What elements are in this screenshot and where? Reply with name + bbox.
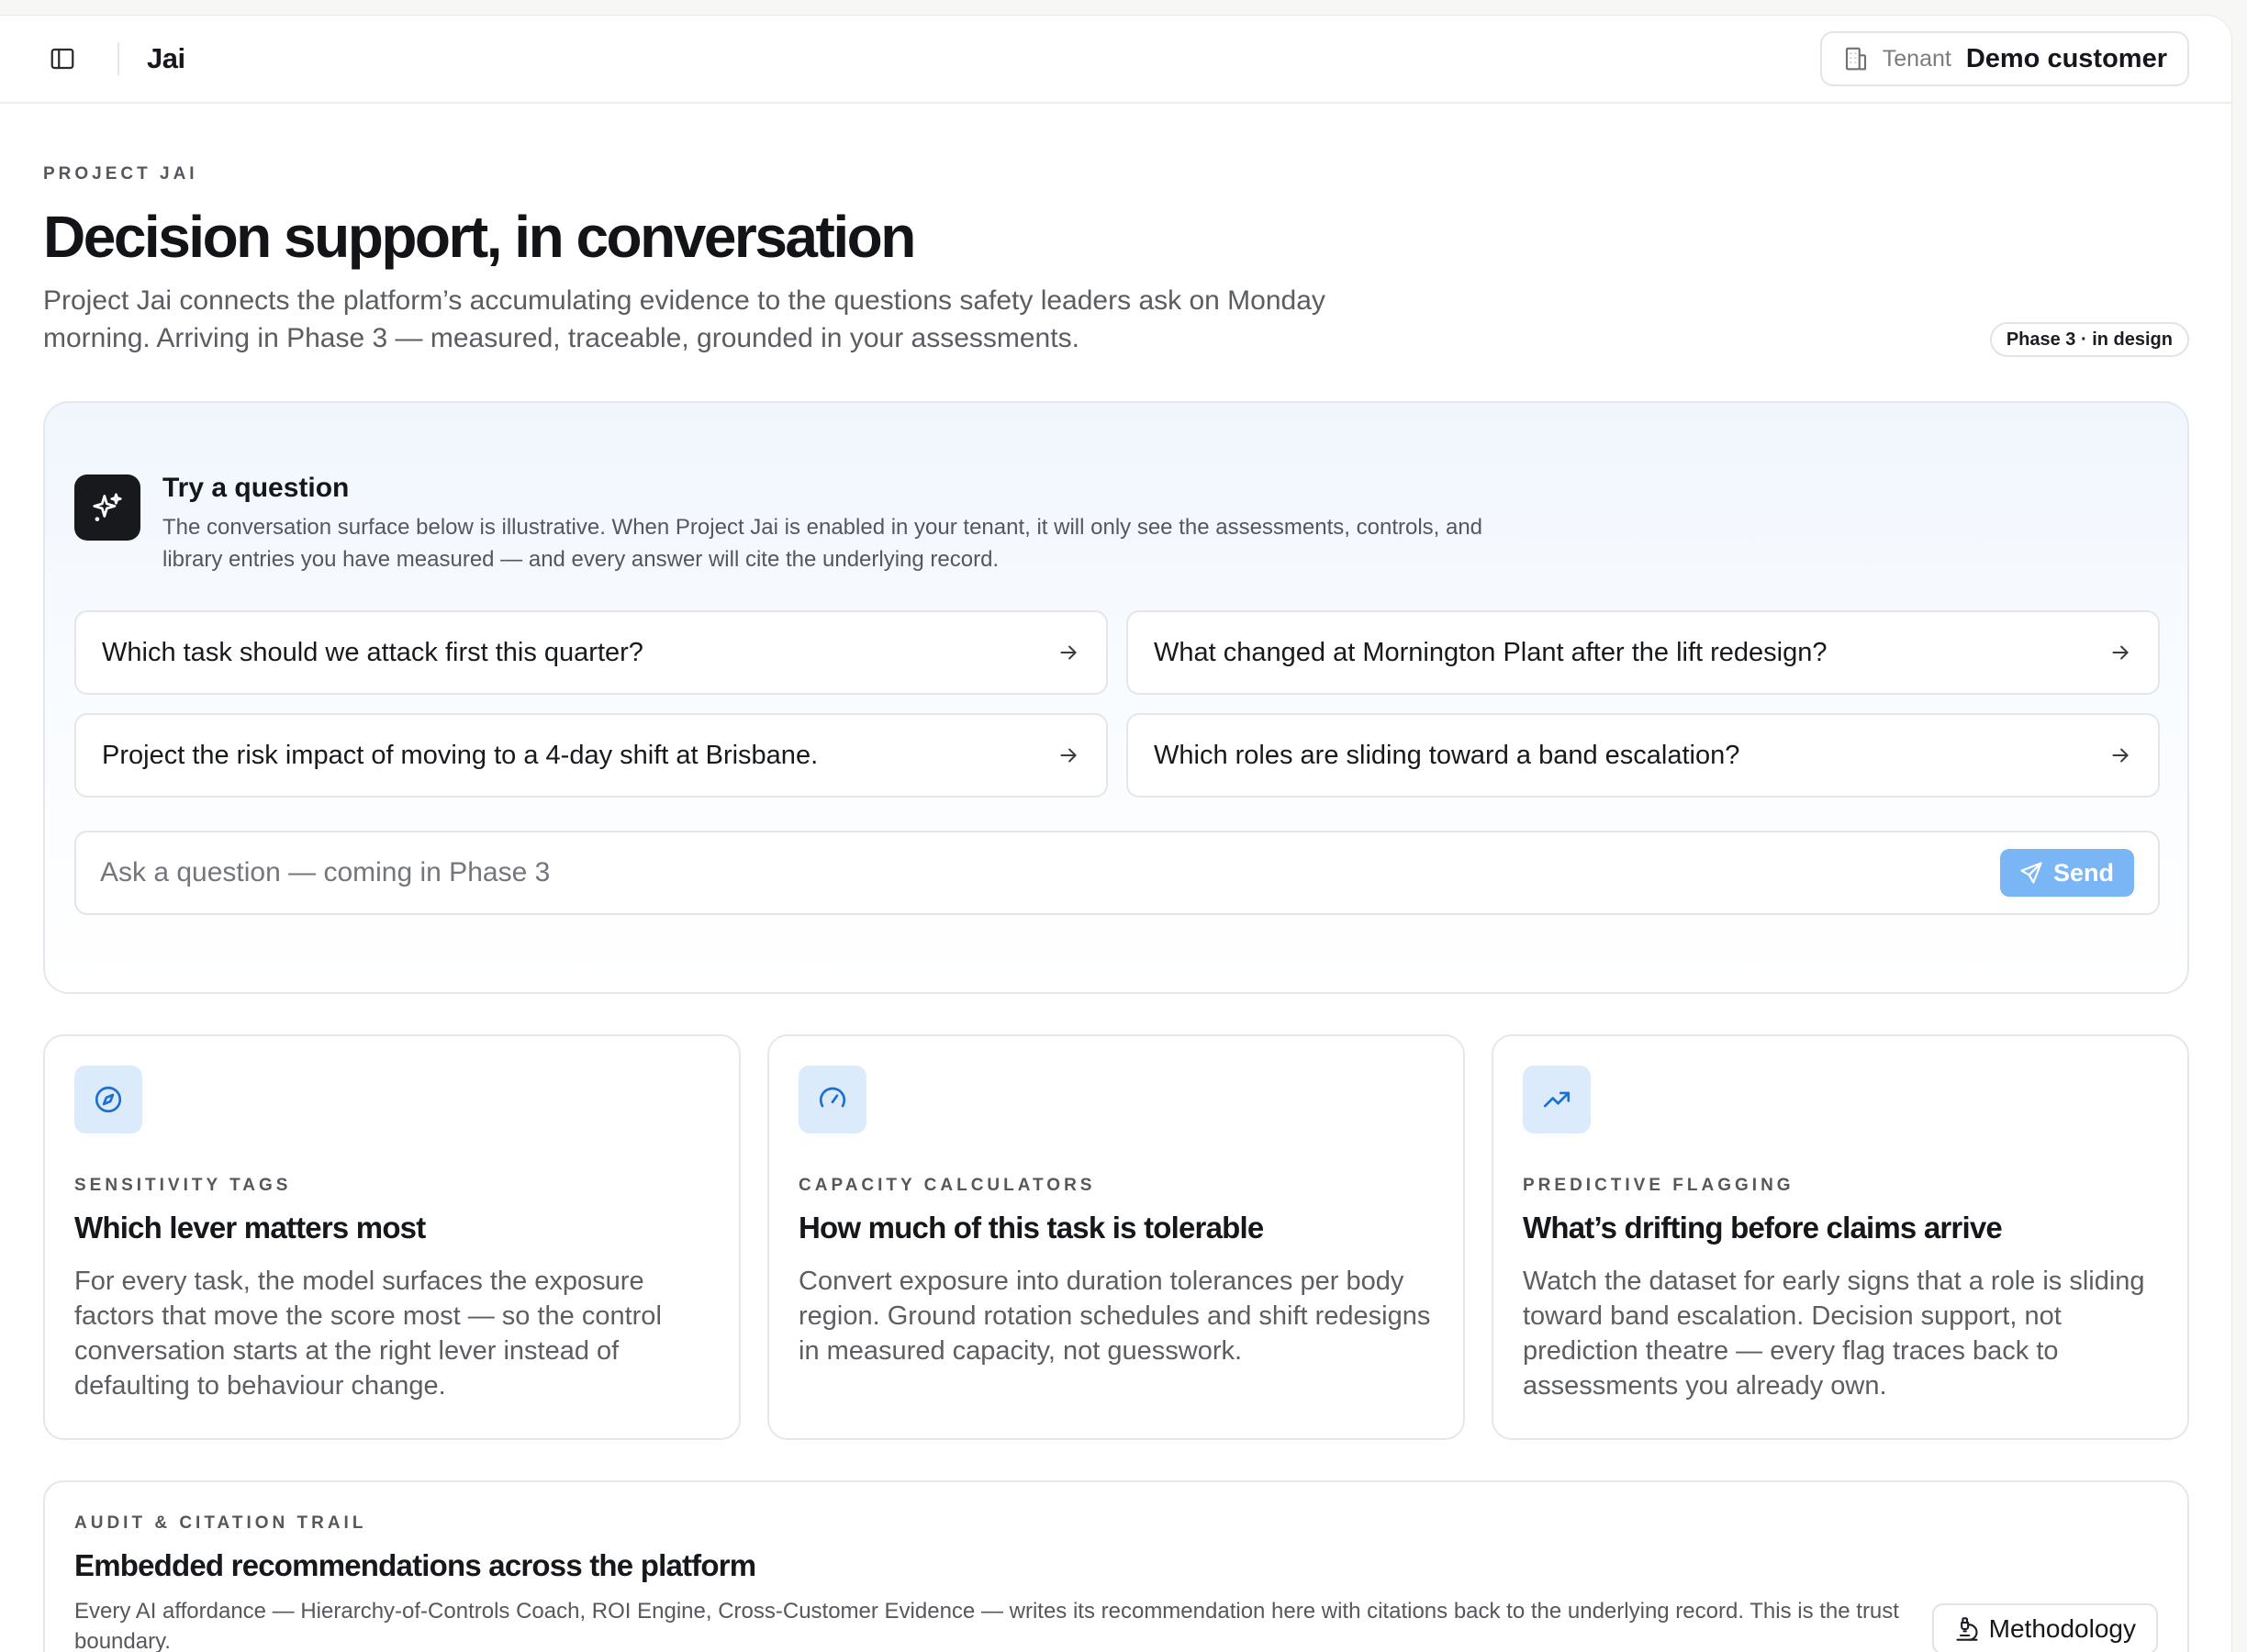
feature-icon-box (74, 1066, 142, 1133)
send-button[interactable]: Send (1999, 849, 2134, 897)
feature-icon-box (1523, 1066, 1591, 1133)
send-icon (2020, 862, 2042, 884)
audit-citation-trail-card: AUDIT & CITATION TRAIL Embedded recommen… (43, 1480, 2189, 1652)
feature-eyebrow: CAPACITY CALCULATORS (799, 1176, 1096, 1195)
feature-eyebrow: PREDICTIVE FLAGGING (1523, 1176, 1794, 1195)
top-bar: Jai Tenant Demo customer (0, 16, 2231, 104)
app-title: Jai (147, 42, 185, 74)
suggested-question-text: Which task should we attack first this q… (102, 637, 643, 667)
feature-description: Watch the dataset for early signs that a… (1523, 1267, 2145, 1401)
feature-title: Which lever matters most (74, 1211, 426, 1245)
app-window: Jai Tenant Demo customer PROJECT JAI Dec… (0, 15, 2232, 1652)
gauge-icon (819, 1087, 846, 1108)
header-divider (117, 42, 119, 75)
tenant-selector[interactable]: Tenant Demo customer (1819, 31, 2189, 86)
audit-description: Every AI affordance — Hierarchy-of-Contr… (74, 1599, 1899, 1652)
sparkles-badge (74, 474, 140, 541)
arrow-right-icon (2112, 645, 2129, 660)
methodology-label: Methodology (1988, 1614, 2136, 1643)
feature-icon-box (799, 1066, 866, 1133)
tenant-label: Tenant (1882, 45, 1951, 72)
suggested-question-text: Project the risk impact of moving to a 4… (102, 740, 819, 770)
building-icon (1845, 47, 1866, 71)
audit-title: Embedded recommendations across the plat… (74, 1548, 756, 1582)
compass-icon (95, 1086, 122, 1113)
feature-card-sensitivity-tags: SENSITIVITY TAGS Which lever matters mos… (43, 1034, 741, 1440)
page-title: Decision support, in conversation (43, 204, 916, 270)
ask-question-bar: Send (74, 831, 2160, 915)
feature-title: What’s drifting before claims arrive (1523, 1211, 2003, 1245)
suggested-question-4[interactable]: Which roles are sliding toward a band es… (1126, 713, 2160, 798)
suggested-question-text: Which roles are sliding toward a band es… (1154, 740, 1740, 770)
tenant-value: Demo customer (1965, 43, 2167, 73)
sidebar-panel-icon (50, 48, 74, 70)
feature-description: For every task, the model surfaces the e… (74, 1267, 662, 1401)
try-question-panel: Try a question The conversation surface … (43, 401, 2189, 994)
trending-up-icon (1543, 1091, 1571, 1108)
microscope-icon (1956, 1617, 1978, 1641)
feature-card-predictive-flagging: PREDICTIVE FLAGGING What’s drifting befo… (1492, 1034, 2189, 1440)
feature-description: Convert exposure into duration tolerance… (799, 1267, 1431, 1366)
suggested-question-3[interactable]: Project the risk impact of moving to a 4… (74, 713, 1108, 798)
phase-status-badge: Phase 3 · in design (1989, 322, 2189, 357)
feature-eyebrow: SENSITIVITY TAGS (74, 1176, 292, 1195)
audit-eyebrow: AUDIT & CITATION TRAIL (74, 1513, 367, 1533)
suggested-question-2[interactable]: What changed at Mornington Plant after t… (1126, 610, 2160, 695)
arrow-right-icon (1060, 748, 1077, 763)
arrow-right-icon (1060, 645, 1077, 660)
suggested-question-1[interactable]: Which task should we attack first this q… (74, 610, 1108, 695)
try-question-title: Try a question (162, 473, 350, 503)
sidebar-toggle-button[interactable] (44, 40, 81, 77)
feature-card-capacity-calculators: CAPACITY CALCULATORS How much of this ta… (767, 1034, 1465, 1440)
try-question-description: The conversation surface below is illust… (162, 515, 1483, 572)
send-label: Send (2052, 858, 2114, 887)
suggested-question-text: What changed at Mornington Plant after t… (1154, 637, 1828, 667)
arrow-right-icon (2112, 748, 2129, 763)
feature-title: How much of this task is tolerable (799, 1211, 1264, 1245)
hero-description: Project Jai connects the platform’s accu… (43, 285, 1325, 353)
hero-eyebrow: PROJECT JAI (43, 164, 198, 184)
methodology-button[interactable]: Methodology (1931, 1603, 2158, 1652)
ask-question-input[interactable] (100, 857, 2000, 888)
sparkles-icon (93, 493, 122, 521)
